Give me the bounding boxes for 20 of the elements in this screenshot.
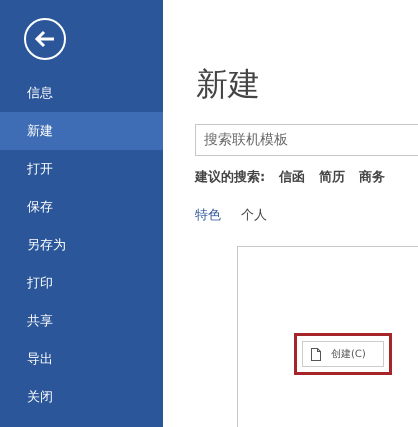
sidebar-item[interactable]: 信息	[0, 74, 163, 112]
category-tab[interactable]: 个人	[241, 206, 267, 224]
search-field[interactable]: 搜索联机模板	[195, 124, 418, 156]
suggested-link[interactable]: 信函	[279, 168, 306, 186]
back-icon[interactable]	[24, 18, 66, 60]
sidebar-item[interactable]: 打印	[0, 264, 163, 302]
sidebar-item[interactable]: 另存为	[0, 226, 163, 264]
suggested-label: 建议的搜索:	[195, 168, 266, 186]
sidebar-item[interactable]: 共享	[0, 302, 163, 340]
create-button[interactable]: 创建(C)	[302, 341, 384, 367]
page-title: 新建	[196, 64, 261, 105]
sidebar-item[interactable]: 新建	[0, 112, 163, 150]
suggested-link[interactable]: 简历	[319, 168, 346, 186]
sidebar-item[interactable]: 打开	[0, 150, 163, 188]
sidebar-item[interactable]: 保存	[0, 188, 163, 226]
document-icon	[311, 348, 321, 360]
category-tab[interactable]: 特色	[195, 206, 221, 224]
sidebar-item[interactable]: 关闭	[0, 378, 163, 416]
sidebar-item[interactable]: 导出	[0, 340, 163, 378]
suggested-link[interactable]: 商务	[359, 168, 386, 186]
